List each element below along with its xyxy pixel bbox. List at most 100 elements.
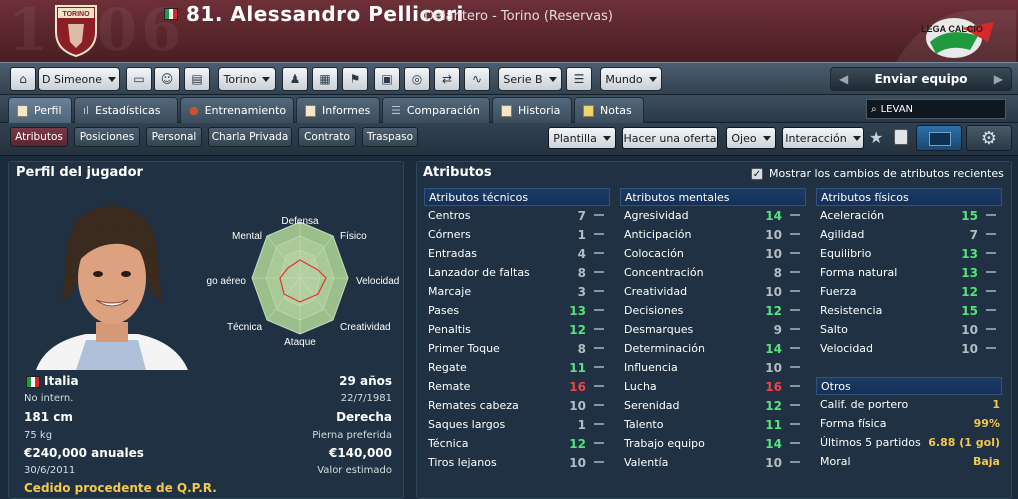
attribute-row[interactable]: Saques largos 1 — [424, 415, 610, 434]
tab-history[interactable]: Historia — [492, 97, 572, 123]
transfers-icon[interactable]: ⇄ — [434, 67, 460, 91]
no-change-icon — [790, 385, 800, 387]
attribute-value: 15 — [961, 303, 978, 318]
attribute-row[interactable]: Remate 16 — [424, 377, 610, 396]
attribute-row[interactable]: Serenidad 12 — [620, 396, 806, 415]
subtab-private-chat[interactable]: Charla Privada — [208, 127, 292, 147]
chevron-down-icon — [852, 135, 861, 141]
attribute-row[interactable]: Decisiones 12 — [620, 301, 806, 320]
attribute-row[interactable]: Agilidad 7 — [816, 225, 1002, 244]
tab-profile[interactable]: Perfil — [8, 97, 72, 123]
attribute-row[interactable]: Aceleración 15 — [816, 206, 1002, 225]
other-stat-row[interactable]: Últimos 5 partidos 6.88 (1 gol) — [816, 433, 1002, 452]
attribute-value: 1 — [577, 227, 586, 242]
attribute-row[interactable]: Valentía 10 — [620, 453, 806, 472]
attribute-row[interactable]: Lucha 16 — [620, 377, 806, 396]
subtab-transfer[interactable]: Traspaso — [362, 127, 418, 147]
attribute-name: Desmarques — [624, 323, 694, 336]
other-stat-row[interactable]: Moral Baja — [816, 452, 1002, 471]
attribute-row[interactable]: Trabajo equipo 14 — [620, 434, 806, 453]
other-stat-name: Calif. de portero — [820, 398, 909, 411]
tactics-icon[interactable]: ▦ — [312, 67, 338, 91]
subtab-contract[interactable]: Contrato — [298, 127, 356, 147]
attribute-row[interactable]: Resistencia 15 — [816, 301, 1002, 320]
attribute-row[interactable]: Marcaje 3 — [424, 282, 610, 301]
tab-reports[interactable]: Informes — [296, 97, 380, 123]
interaction-dropdown[interactable]: Interacción — [782, 127, 864, 149]
squad-dropdown[interactable]: Plantilla — [548, 127, 616, 149]
subtab-attributes[interactable]: Atributos — [10, 127, 68, 147]
attribute-value: 10 — [569, 398, 586, 413]
notes-icon[interactable]: ▤ — [184, 67, 210, 91]
attribute-row[interactable]: Primer Toque 8 — [424, 339, 610, 358]
attribute-row[interactable]: Anticipación 10 — [620, 225, 806, 244]
scout-dropdown[interactable]: Ojeo — [726, 127, 776, 149]
attribute-row[interactable]: Talento 11 — [620, 415, 806, 434]
attribute-row[interactable]: Forma natural 13 — [816, 263, 1002, 282]
car-icon[interactable]: ▭ — [126, 67, 152, 91]
attribute-row[interactable]: Centros 7 — [424, 206, 610, 225]
other-stat-row[interactable]: Forma física 99% — [816, 414, 1002, 433]
view-toggle-icon[interactable] — [916, 125, 962, 151]
attribute-row[interactable]: Salto 10 — [816, 320, 1002, 339]
other-stat-row[interactable]: Calif. de portero 1 — [816, 395, 1002, 414]
attribute-row[interactable]: Desmarques 9 — [620, 320, 806, 339]
subtab-positions[interactable]: Posiciones — [74, 127, 140, 147]
tab-statistics[interactable]: ıl Estadísticas — [74, 97, 178, 123]
attribute-row[interactable]: Tiros lejanos 10 — [424, 453, 610, 472]
attribute-row[interactable]: Pases 13 — [424, 301, 610, 320]
loan-status[interactable]: Cedido procedente de Q.P.R. — [24, 481, 217, 495]
arrow-right-icon[interactable]: ▶ — [994, 72, 1003, 86]
attribute-row[interactable]: Colocación 10 — [620, 244, 806, 263]
manager-dropdown[interactable]: D Simeone — [38, 67, 120, 91]
attribute-row[interactable]: Lanzador de faltas 8 — [424, 263, 610, 282]
list-icon[interactable]: ☰ — [566, 67, 592, 91]
show-changes-checkbox[interactable]: ✓ — [751, 168, 763, 180]
attribute-row[interactable]: Remates cabeza 10 — [424, 396, 610, 415]
clipboard-icon[interactable] — [894, 129, 908, 145]
estimated-value: €140,000 — [328, 446, 392, 460]
attribute-name: Determinación — [624, 342, 705, 355]
arrow-left-icon[interactable]: ◀ — [839, 72, 848, 86]
subtab-personal[interactable]: Personal — [146, 127, 202, 147]
attribute-row[interactable]: Influencia 10 — [620, 358, 806, 377]
attribute-row[interactable]: Determinación 14 — [620, 339, 806, 358]
club-dropdown[interactable]: Torino — [218, 67, 276, 91]
tab-training[interactable]: ● Entrenamiento — [180, 97, 294, 123]
attribute-value: 10 — [961, 341, 978, 356]
attribute-row[interactable]: Fuerza 12 — [816, 282, 1002, 301]
training-icon[interactable]: ⚑ — [342, 67, 368, 91]
attribute-row[interactable]: Equilibrio 13 — [816, 244, 1002, 263]
tab-notes[interactable]: Notas — [574, 97, 644, 123]
attribute-value: 7 — [969, 227, 978, 242]
attributes-title: Atributos — [423, 165, 492, 180]
attribute-row[interactable]: Velocidad 10 — [816, 339, 1002, 358]
star-icon[interactable]: ★ — [869, 128, 883, 147]
league-dropdown[interactable]: Serie B — [498, 67, 562, 91]
attribute-row[interactable]: Creatividad 10 — [620, 282, 806, 301]
scouting-icon[interactable]: ◎ — [404, 67, 430, 91]
squad-icon[interactable]: ♟ — [282, 67, 308, 91]
attribute-row[interactable]: Agresividad 14 — [620, 206, 806, 225]
attribute-name: Entradas — [428, 247, 477, 260]
settings-gear-icon[interactable]: ⚙ — [966, 125, 1012, 151]
attribute-row[interactable]: Concentración 8 — [620, 263, 806, 282]
attribute-value: 13 — [961, 246, 978, 261]
make-offer-button[interactable]: Hacer una oferta — [622, 127, 718, 149]
attribute-row[interactable]: Córners 1 — [424, 225, 610, 244]
club-label: Torino — [223, 72, 257, 86]
tab-comparison[interactable]: ☰ Comparación — [382, 97, 490, 123]
no-change-icon — [594, 347, 604, 349]
attribute-row[interactable]: Regate 11 — [424, 358, 610, 377]
attribute-row[interactable]: Penaltis 12 — [424, 320, 610, 339]
search-input[interactable]: ⌕ LEVAN — [866, 99, 1006, 119]
schedule-icon[interactable]: ▣ — [374, 67, 400, 91]
staff-icon[interactable]: ☺ — [154, 67, 180, 91]
finances-icon[interactable]: ∿ — [464, 67, 490, 91]
attribute-row[interactable]: Técnica 12 — [424, 434, 610, 453]
send-team-button[interactable]: ◀ Enviar equipo ▶ — [830, 67, 1012, 91]
home-icon[interactable]: ⌂ — [10, 67, 36, 91]
attribute-row[interactable]: Entradas 4 — [424, 244, 610, 263]
world-dropdown[interactable]: Mundo — [600, 67, 662, 91]
chevron-down-icon — [262, 76, 271, 82]
